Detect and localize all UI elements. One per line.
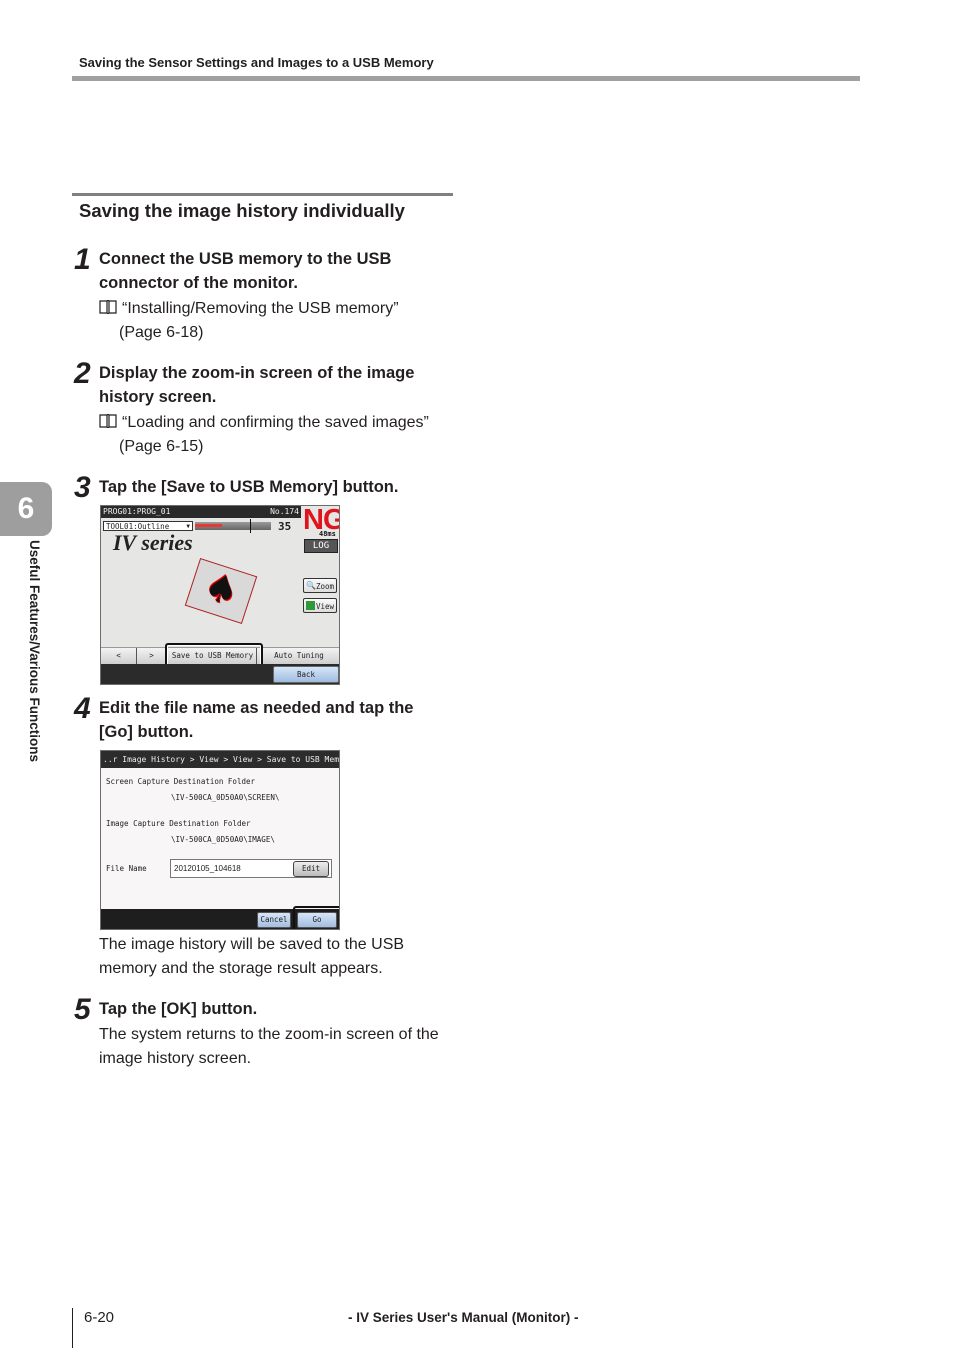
program-name: PROG01:PROG_01	[103, 507, 171, 516]
view-button[interactable]: View	[303, 598, 337, 613]
step-description-line: image history screen.	[99, 1050, 252, 1067]
step-description-line: The image history will be saved to the U…	[99, 936, 405, 953]
threshold-marker	[249, 519, 251, 533]
screen-capture-folder-label: Screen Capture Destination Folder	[106, 777, 256, 786]
step-title: Tap the [Save to USB Memory] button.	[99, 475, 459, 499]
section-rule	[72, 193, 453, 196]
step-title-line: Tap the [Save to USB Memory] button.	[99, 478, 399, 496]
manual-title: - IV Series User's Manual (Monitor) -	[348, 1310, 579, 1325]
image-capture-folder-label: Image Capture Destination Folder	[106, 819, 251, 828]
step-title: Display the zoom-in screen of the image …	[99, 361, 459, 409]
step-title: Edit the file name as needed and tap the…	[99, 696, 459, 744]
screen-capture-folder-path: \IV-500CA_0D50A0\SCREEN\	[171, 793, 280, 802]
step-title-line: history screen.	[99, 388, 217, 406]
reference-page: (Page 6-18)	[119, 324, 204, 341]
section-title: Saving the image history individually	[79, 200, 405, 221]
step-title: Connect the USB memory to the USB connec…	[99, 247, 459, 295]
match-rate-bar	[195, 519, 271, 533]
step-title: Tap the [OK] button.	[99, 997, 459, 1021]
step-title-line: Display the zoom-in screen of the image	[99, 364, 415, 382]
match-rate-fill	[195, 524, 222, 527]
file-name-value: 20120105_104618	[174, 864, 241, 873]
spade-icon: ♠	[198, 562, 245, 616]
chapter-side-label: Useful Features/Various Functions	[22, 540, 42, 830]
zoom-button[interactable]: 🔍 Zoom	[303, 578, 337, 593]
bottom-bar: Back	[101, 664, 339, 684]
target-logo-text: IV series	[113, 530, 193, 555]
screen-breadcrumb: ..r Image History > View > View > Save t…	[101, 751, 339, 768]
step-title-line: Tap the [OK] button.	[99, 1000, 258, 1018]
back-button[interactable]: Back	[273, 666, 339, 683]
edit-button[interactable]: Edit	[293, 861, 329, 877]
cancel-button[interactable]: Cancel	[257, 912, 291, 928]
reference-title: “Installing/Removing the USB memory”	[122, 300, 399, 317]
prev-button[interactable]: <	[101, 648, 137, 664]
zoom-button-label: Zoom	[316, 582, 335, 591]
step-title-line: Edit the file name as needed and tap the	[99, 699, 414, 717]
step-number: 2	[74, 357, 91, 390]
step-number: 1	[74, 243, 91, 276]
page-number: 6-20	[84, 1309, 115, 1326]
reference-link[interactable]: “Loading and confirming the saved images…	[99, 411, 459, 459]
program-bar: PROG01:PROG_01 No.174	[101, 506, 301, 518]
step-number: 5	[74, 993, 91, 1026]
reference-title: “Loading and confirming the saved images…	[122, 414, 429, 431]
step-title-line: connector of the monitor.	[99, 274, 298, 292]
file-name-label: File Name	[106, 864, 147, 873]
book-icon	[99, 414, 117, 428]
step-title-line: [Go] button.	[99, 723, 194, 741]
monitor-screenshot-image-history: PROG01:PROG_01 No.174 TOOL01:Outline ▼ 35…	[100, 505, 340, 685]
log-button[interactable]: LOG	[304, 539, 338, 553]
file-name-input[interactable]: 20120105_104618 Edit	[170, 859, 332, 878]
highlight-frame	[293, 906, 339, 929]
step-description: The image history will be saved to the U…	[99, 933, 459, 981]
view-button-label: View	[316, 602, 335, 611]
reference-page: (Page 6-15)	[119, 438, 204, 455]
target-card: ♠	[184, 557, 258, 625]
reference-link[interactable]: “Installing/Removing the USB memory” (Pa…	[99, 297, 459, 345]
magnifier-icon: 🔍	[306, 581, 316, 590]
view-icon	[306, 601, 315, 610]
step-number: 4	[74, 692, 91, 725]
match-value: 35	[278, 520, 292, 533]
chapter-number: 6	[17, 492, 35, 525]
next-button[interactable]: >	[137, 648, 167, 664]
step-title-line: Connect the USB memory to the USB	[99, 250, 392, 268]
monitor-screenshot-save-to-usb: ..r Image History > View > View > Save t…	[100, 750, 340, 930]
step-description-line: The system returns to the zoom-in screen…	[99, 1026, 439, 1043]
image-number: No.174	[270, 507, 299, 516]
book-icon	[99, 300, 117, 314]
auto-tuning-button[interactable]: Auto Tuning	[259, 648, 339, 664]
step-number: 3	[74, 471, 91, 504]
running-head: Saving the Sensor Settings and Images to…	[79, 55, 434, 70]
processing-time: 48ms	[319, 530, 336, 538]
image-capture-folder-path: \IV-500CA_0D50A0\IMAGE\	[171, 835, 275, 844]
footer-rule	[72, 1308, 73, 1348]
step-description-line: memory and the storage result appears.	[99, 960, 383, 977]
header-rule	[72, 76, 860, 81]
step-description: The system returns to the zoom-in screen…	[99, 1023, 459, 1071]
chapter-side-label-text: Useful Features/Various Functions	[27, 540, 42, 763]
chapter-tab: 6	[0, 482, 52, 536]
